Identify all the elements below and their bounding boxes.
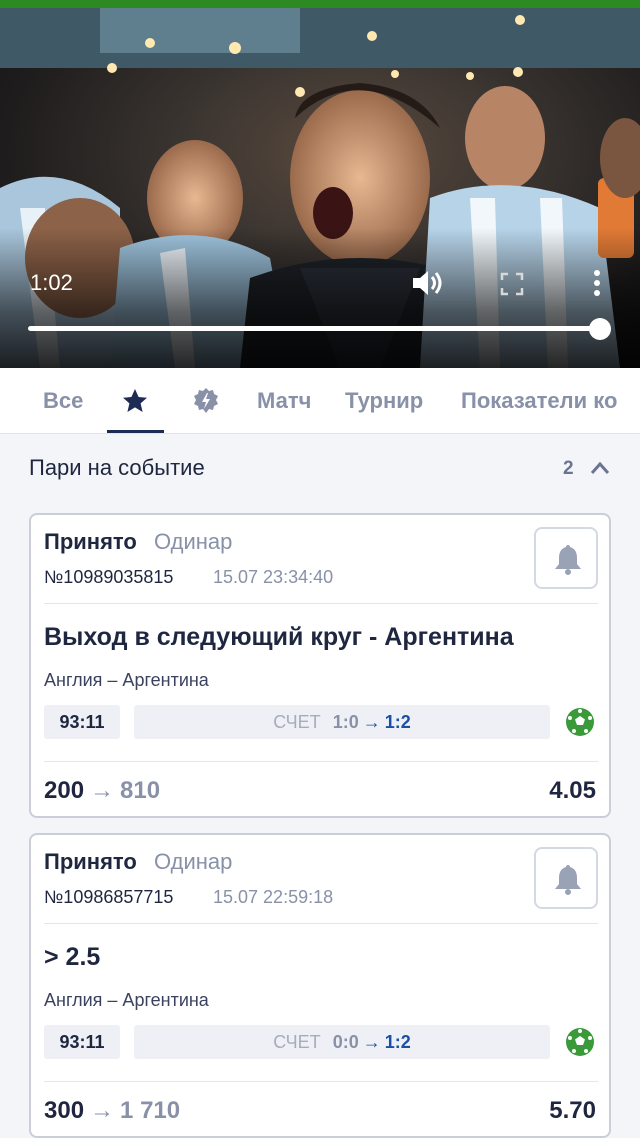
match-teams: Англия – Аргентина: [44, 670, 209, 690]
match-minute: 93:11: [44, 705, 120, 739]
bell-icon: [555, 865, 581, 895]
section-title: Пари на событие: [29, 455, 205, 480]
score-arrow: →: [362, 1032, 381, 1052]
bell-icon: [555, 545, 581, 575]
volume-icon[interactable]: [410, 268, 444, 298]
score-at-bet: 1:0: [332, 712, 359, 732]
score-box: СЧЕТ 1:0 → 1:2: [134, 705, 550, 739]
star-icon[interactable]: [121, 387, 149, 415]
chevron-up-icon[interactable]: [590, 461, 610, 475]
video-progress-knob[interactable]: [589, 318, 611, 340]
lightning-gear-icon[interactable]: [192, 387, 220, 415]
stake-payout: 300 → 1 710: [44, 1097, 180, 1125]
video-controls-shade: [0, 228, 640, 368]
tab-bar: Все Матч Турнир Показатели ко: [0, 368, 640, 434]
video-player[interactable]: 1:02: [0, 8, 640, 368]
payout-arrow: →: [90, 1097, 115, 1124]
bet-datetime: 15.07 22:59:18: [213, 887, 334, 907]
top-accent-bar: [0, 0, 640, 8]
active-tab-indicator: [107, 430, 164, 433]
section-count: 2: [563, 458, 574, 479]
card-divider: [44, 1081, 598, 1082]
bet-market: Выход в следующий круг - Аргентина: [44, 623, 514, 651]
bet-card[interactable]: Принято Одинар №10989035815 15.07 23:34:…: [29, 513, 611, 818]
stake-payout: 200 → 810: [44, 777, 160, 805]
bet-market: > 2.5: [44, 943, 101, 971]
fullscreen-icon[interactable]: [500, 272, 524, 296]
bet-number: №10986857715: [44, 887, 174, 907]
card-divider: [44, 761, 598, 762]
card-divider: [44, 923, 598, 924]
bet-card[interactable]: Принято Одинар №10986857715 15.07 22:59:…: [29, 833, 611, 1138]
score-arrow: →: [362, 712, 381, 732]
soccer-ball-icon: [566, 708, 594, 736]
score-at-bet: 0:0: [332, 1032, 359, 1052]
bet-datetime: 15.07 23:34:40: [213, 567, 334, 587]
bet-odds: 4.05: [549, 777, 596, 804]
score-current: 1:2: [384, 1032, 411, 1052]
match-teams: Англия – Аргентина: [44, 990, 209, 1010]
payout-arrow: →: [90, 777, 115, 804]
card-divider: [44, 603, 598, 604]
stake-amount: 200: [44, 777, 85, 804]
tab-team-stats[interactable]: Показатели ко: [461, 368, 617, 433]
more-vert-icon[interactable]: [588, 268, 606, 298]
score-box: СЧЕТ 0:0 → 1:2: [134, 1025, 550, 1059]
bet-number: №10989035815: [44, 567, 174, 587]
tab-match[interactable]: Матч: [257, 368, 311, 433]
notify-button[interactable]: [534, 847, 598, 909]
match-minute: 93:11: [44, 1025, 120, 1059]
stake-amount: 300: [44, 1097, 85, 1124]
score-current: 1:2: [384, 712, 411, 732]
bet-odds: 5.70: [549, 1097, 596, 1124]
tab-tournament[interactable]: Турнир: [345, 368, 423, 433]
payout-amount: 1 710: [120, 1097, 181, 1124]
score-label: СЧЕТ: [273, 1032, 321, 1052]
notify-button[interactable]: [534, 527, 598, 589]
score-label: СЧЕТ: [273, 712, 321, 732]
payout-amount: 810: [120, 777, 161, 804]
tab-all[interactable]: Все: [43, 368, 83, 433]
bet-type: Одинар: [154, 849, 233, 874]
bet-status: Принято: [44, 529, 137, 554]
bet-type: Одинар: [154, 529, 233, 554]
video-progress-track[interactable]: [28, 326, 602, 331]
video-time: 1:02: [30, 270, 73, 295]
soccer-ball-icon: [566, 1028, 594, 1056]
bet-status: Принято: [44, 849, 137, 874]
